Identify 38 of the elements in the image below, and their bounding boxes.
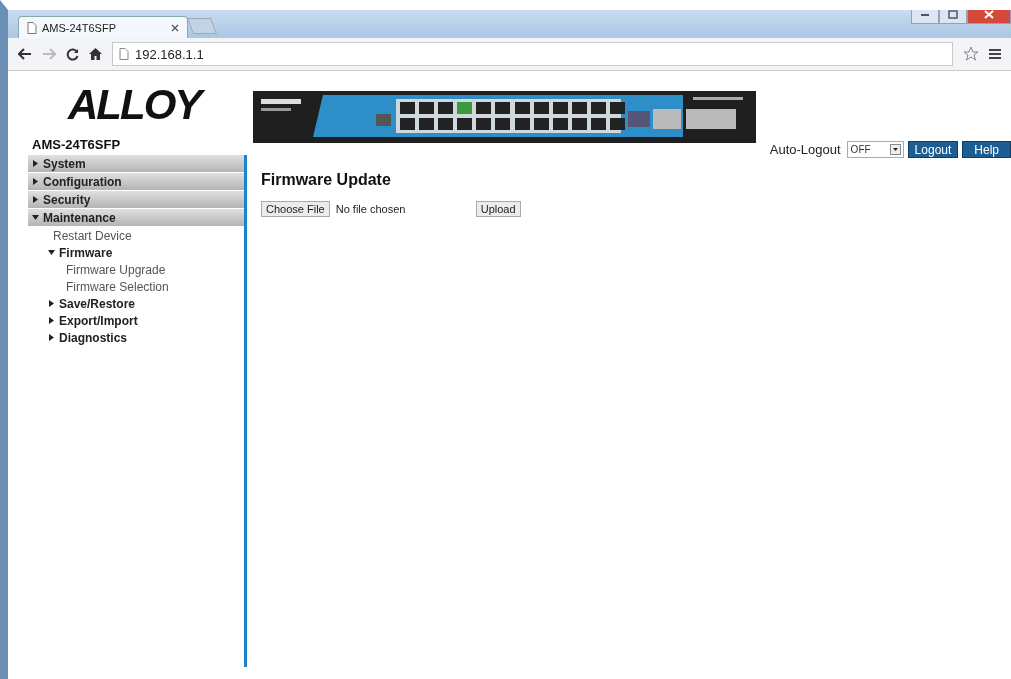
header-button[interactable]: Logout [907, 141, 959, 158]
close-window-button[interactable] [967, 10, 1011, 24]
menu-section[interactable]: System [28, 155, 244, 173]
menu-item[interactable]: Firmware Selection [28, 278, 244, 295]
maximize-button[interactable] [939, 10, 967, 24]
menu-item[interactable]: Export/Import [28, 312, 244, 329]
home-icon[interactable] [89, 48, 102, 60]
close-icon[interactable] [171, 23, 179, 32]
device-model: AMS-24T6SFP [32, 137, 122, 152]
header-button[interactable]: Help [962, 141, 1011, 158]
dropdown-caret-icon [889, 144, 901, 155]
address-bar[interactable]: 192.168.1.1 [112, 42, 953, 66]
minimize-button[interactable] [911, 10, 939, 24]
menu-item[interactable]: Diagnostics [28, 329, 244, 346]
browser-tab[interactable]: AMS-24T6SFP [18, 16, 188, 38]
menu-item[interactable]: Restart Device [28, 227, 244, 244]
brand-logo: ALLOY [68, 81, 208, 129]
menu-section[interactable]: Configuration [28, 173, 244, 191]
menu-section[interactable]: Maintenance [28, 209, 244, 227]
page-icon [27, 21, 37, 34]
menu-item[interactable]: Firmware Upgrade [28, 261, 244, 278]
choose-file-button[interactable]: Choose File [261, 201, 330, 217]
menu-item[interactable]: Firmware [28, 244, 244, 261]
auto-logout-dropdown[interactable]: OFF [846, 141, 904, 158]
page-icon [119, 48, 129, 60]
file-status: No file chosen [335, 203, 407, 215]
menu-item[interactable]: Save/Restore [28, 295, 244, 312]
maximize-icon [948, 10, 958, 19]
menu-icon[interactable] [989, 48, 1001, 60]
star-icon[interactable] [963, 46, 979, 62]
auto-logout-label: Auto-Logout [769, 142, 841, 157]
close-icon [984, 10, 994, 19]
upload-button[interactable]: Upload [475, 201, 521, 217]
reload-icon[interactable] [66, 47, 79, 61]
minimize-icon [920, 11, 930, 17]
menu-section[interactable]: Security [28, 191, 244, 209]
page-title: Firmware Update [261, 171, 392, 189]
back-icon[interactable] [18, 48, 32, 60]
